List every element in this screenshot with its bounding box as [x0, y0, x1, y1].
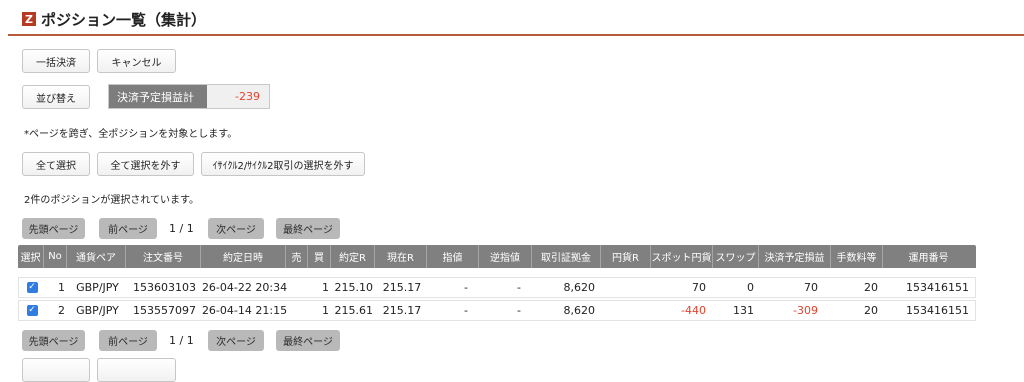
cell-pl: 70 — [804, 281, 818, 294]
page-title: ポジション一覧（集計） — [41, 11, 207, 29]
col-no[interactable]: No — [44, 245, 67, 268]
settlement-total-box: 決済予定損益計 -239 — [108, 84, 270, 109]
cell-fee: 20 — [864, 281, 878, 294]
col-datetime[interactable]: 約定日時 — [201, 245, 286, 268]
bulk-settle-button-bottom[interactable] — [22, 358, 90, 382]
table-row[interactable]: ✓ 2 GBP/JPY 153557097 26-04-14 21:15 1 2… — [18, 300, 976, 321]
cell-swap: 131 — [733, 304, 754, 317]
deselect-all-button[interactable]: 全て選択を外す — [97, 152, 194, 176]
col-pair[interactable]: 通貨ペア — [67, 245, 126, 268]
col-buy[interactable]: 買 — [308, 245, 331, 268]
prev-page-button-bottom[interactable]: 前ページ — [99, 330, 157, 351]
cell-rate: 215.61 — [334, 304, 374, 317]
col-margin[interactable]: 取引証拠金 — [532, 245, 601, 268]
sort-button[interactable]: 並び替え — [22, 85, 90, 109]
cell-no: 2 — [58, 304, 65, 317]
cell-stop: - — [517, 304, 521, 317]
cell-datetime: 26-04-14 21:15 — [202, 304, 287, 317]
cell-pl: -309 — [793, 304, 818, 317]
cell-pair: GBP/JPY — [76, 281, 119, 294]
cancel-button-bottom[interactable] — [97, 358, 176, 382]
cell-limit: - — [464, 281, 468, 294]
cell-fee: 20 — [864, 304, 878, 317]
cell-current: 215.17 — [382, 304, 422, 317]
col-fee[interactable]: 手数料等 — [831, 245, 883, 268]
col-rate[interactable]: 約定R — [331, 245, 375, 268]
bulk-settle-button[interactable]: 一括決済 — [22, 49, 90, 73]
cell-limit: - — [464, 304, 468, 317]
deselect-icycle-button[interactable]: ｲｻｲｸﾙ2/ｻｲｸﾙ2取引の選択を外す — [201, 152, 365, 176]
cell-current: 215.17 — [382, 281, 422, 294]
cell-sell — [287, 278, 309, 297]
cell-margin: 8,620 — [563, 304, 596, 317]
cell-order[interactable]: 153557097 — [127, 301, 202, 320]
cell-no: 1 — [58, 281, 65, 294]
first-page-button-bottom[interactable]: 先頭ページ — [22, 330, 85, 351]
cell-sell — [287, 301, 309, 320]
cancel-button[interactable]: キャンセル — [97, 49, 176, 73]
first-page-button[interactable]: 先頭ページ — [22, 218, 85, 239]
cell-op: 153416151 — [906, 304, 969, 317]
page-indicator: 1 / 1 — [169, 222, 194, 235]
cross-page-note: *ページを跨ぎ、全ポジションを対象とします。 — [24, 129, 238, 140]
col-op[interactable]: 運用番号 — [883, 245, 974, 268]
cell-rate: 215.10 — [334, 281, 374, 294]
prev-page-button[interactable]: 前ページ — [99, 218, 157, 239]
cell-stop: - — [517, 281, 521, 294]
title-divider — [8, 34, 1024, 36]
col-pl[interactable]: 決済予定損益 — [759, 245, 831, 268]
cell-swap: 0 — [747, 281, 754, 294]
checkbox-checked-icon[interactable]: ✓ — [26, 305, 38, 316]
cell-datetime: 26-04-22 20:34 — [202, 281, 287, 294]
col-yen-rate[interactable]: 円貨R — [601, 245, 651, 268]
cell-yen-rate — [602, 278, 652, 297]
cell-op: 153416151 — [906, 281, 969, 294]
cell-yen-rate — [602, 301, 652, 320]
select-all-button[interactable]: 全て選択 — [22, 152, 90, 176]
next-page-button-bottom[interactable]: 次ページ — [208, 330, 264, 351]
cell-spot: -440 — [681, 304, 706, 317]
last-page-button-bottom[interactable]: 最終ページ — [276, 330, 340, 351]
next-page-button[interactable]: 次ページ — [208, 218, 264, 239]
checkbox-checked-icon[interactable]: ✓ — [26, 282, 38, 293]
cell-order[interactable]: 153603103 — [127, 278, 202, 297]
logo-icon: Z — [22, 12, 36, 26]
col-sell[interactable]: 売 — [286, 245, 308, 268]
col-stop[interactable]: 逆指値 — [479, 245, 532, 268]
col-order[interactable]: 注文番号 — [126, 245, 201, 268]
cell-buy: 1 — [322, 281, 329, 294]
positions-table-header: 選択 No 通貨ペア 注文番号 約定日時 売 買 約定R 現在R 指値 逆指値 … — [18, 245, 976, 268]
col-select[interactable]: 選択 — [18, 245, 44, 268]
cell-buy: 1 — [322, 304, 329, 317]
cell-pair: GBP/JPY — [76, 304, 119, 317]
cell-spot: 70 — [692, 281, 706, 294]
col-current[interactable]: 現在R — [375, 245, 427, 268]
table-row[interactable]: ✓ 1 GBP/JPY 153603103 26-04-22 20:34 1 2… — [18, 277, 976, 298]
col-spot[interactable]: スポット円貨 — [651, 245, 713, 268]
page-indicator-bottom: 1 / 1 — [169, 334, 194, 347]
col-limit[interactable]: 指値 — [427, 245, 479, 268]
settlement-total-label: 決済予定損益計 — [109, 85, 207, 108]
settlement-total-value: -239 — [207, 85, 269, 108]
selected-count-message: 2件のポジションが選択されています。 — [24, 195, 200, 206]
cell-margin: 8,620 — [563, 281, 596, 294]
col-swap[interactable]: スワップ — [713, 245, 759, 268]
last-page-button[interactable]: 最終ページ — [276, 218, 340, 239]
